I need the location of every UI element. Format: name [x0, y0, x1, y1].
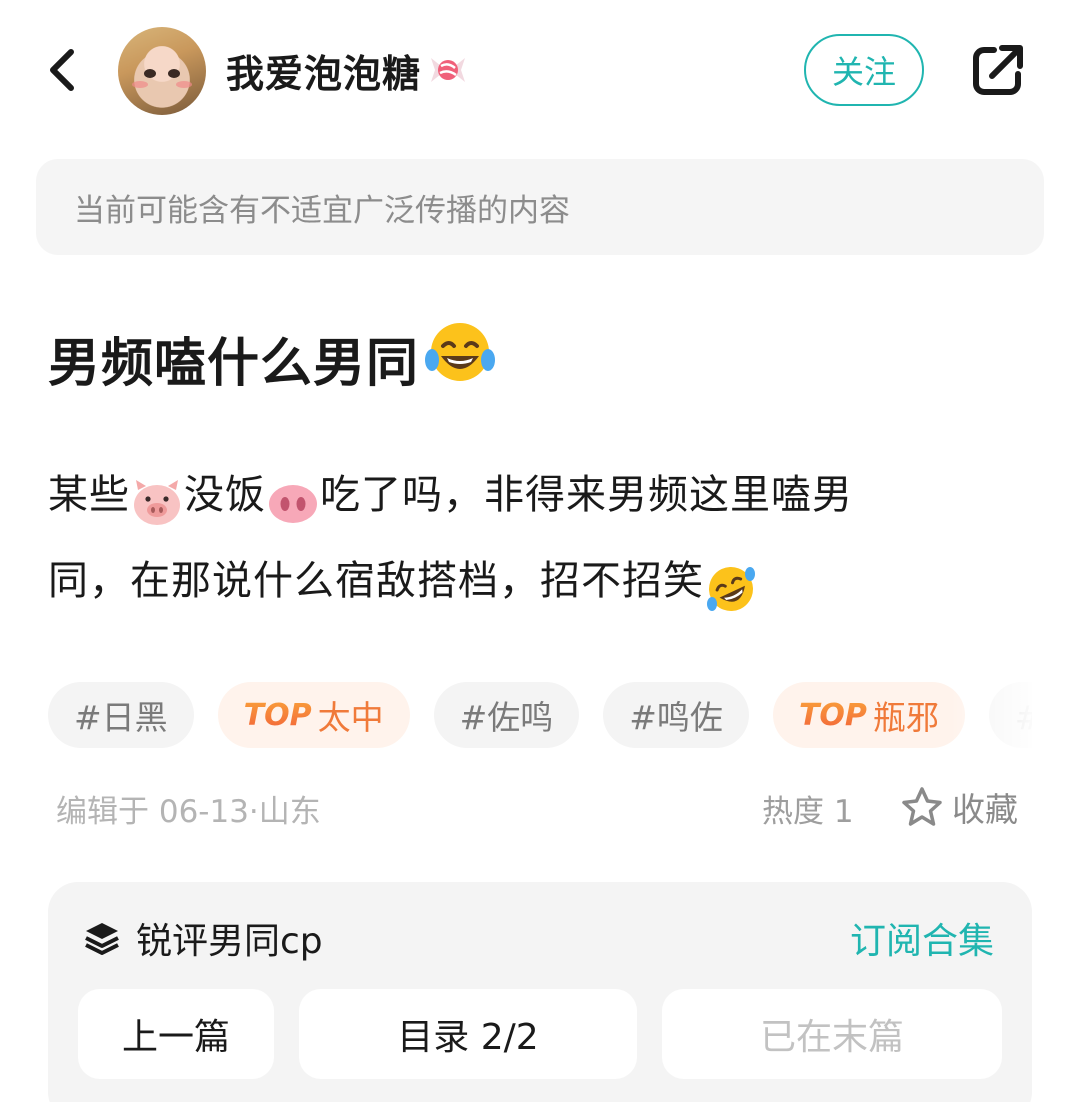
pig-face-emoji-icon: [130, 472, 184, 525]
edit-info: 编辑于 06-13·山东: [56, 794, 321, 830]
star-icon: [902, 787, 942, 826]
collect-button[interactable]: 收藏: [900, 783, 1018, 831]
tag-label: #鸣佐: [629, 698, 723, 737]
post-body: 某些 没饭 吃了吗，非得来男频这里嗑男 同，在那说什么宿敌搭档，招不招笑: [48, 452, 1038, 624]
post-title: 男频嗑什么男同: [48, 320, 497, 397]
tag-chip[interactable]: #日黑: [48, 682, 194, 748]
content-warning-banner: 当前可能含有不适宜广泛传播的内容: [36, 159, 1044, 255]
top-badge: TOP: [243, 697, 312, 733]
collection-name: 锐评男同cp: [136, 921, 323, 962]
content-warning-text: 当前可能含有不适宜广泛传播的内容: [74, 192, 570, 229]
post-body-line-1: 某些 没饭 吃了吗，非得来男频这里嗑男: [48, 452, 1038, 538]
next-post-button-disabled: 已在末篇: [662, 989, 1002, 1079]
tag-label: #佐鸣: [459, 698, 554, 737]
tag-chip[interactable]: #鸣佐: [603, 682, 749, 748]
rofl-emoji-icon: [704, 558, 758, 611]
subscribe-collection-button[interactable]: 订阅合集: [850, 912, 994, 964]
layers-icon: [85, 923, 119, 955]
heat-count: 热度 1: [762, 794, 854, 830]
post-header: 我爱泡泡糖 关注: [0, 0, 1080, 140]
post-body-line-2: 同，在那说什么宿敌搭档，招不招笑: [48, 538, 1038, 624]
avatar[interactable]: [118, 27, 206, 115]
table-of-contents-button[interactable]: 目录 2/2: [299, 989, 637, 1079]
body-text-segment: 吃了吗，非得来男频这里嗑男: [320, 472, 853, 518]
tag-chip[interactable]: #缘: [988, 682, 1032, 748]
tag-chip[interactable]: #佐鸣: [433, 682, 580, 748]
post-title-text: 男频嗑什么男同: [48, 334, 420, 394]
body-text-segment: 某些: [48, 472, 130, 518]
tears-of-joy-emoji-icon: [423, 320, 497, 397]
tag-list: #日黑 TOP太中 #佐鸣 #鸣佐 TOP瓶邪 #缘: [48, 682, 1032, 748]
share-button[interactable]: [970, 42, 1026, 98]
username-text: 我爱泡泡糖: [226, 51, 422, 96]
tag-chip-top[interactable]: TOP 太中: [217, 682, 410, 748]
follow-button[interactable]: 关注: [804, 34, 924, 106]
body-text-segment: 同，在那说什么宿敌搭档，招不招笑: [48, 558, 704, 604]
tag-chip-top[interactable]: TOP 瓶邪: [772, 682, 965, 748]
tag-label: #缘: [1015, 691, 1032, 739]
tag-label: #日黑: [74, 698, 168, 737]
collection-title[interactable]: 锐评男同cp: [84, 912, 323, 964]
top-badge: TOP: [798, 697, 867, 733]
body-text-segment: 没饭: [184, 472, 266, 518]
collection-card: 锐评男同cp 订阅合集 上一篇 目录 2/2 已在末篇: [48, 882, 1032, 1102]
share-icon: [973, 45, 1023, 95]
tag-label: 瓶邪: [872, 698, 939, 737]
collect-label: 收藏: [952, 790, 1018, 829]
back-arrow-icon: [50, 49, 74, 91]
username[interactable]: 我爱泡泡糖: [226, 44, 469, 96]
pig-nose-emoji-icon: [266, 472, 320, 523]
candy-icon: [427, 52, 469, 88]
tag-label: 太中: [317, 698, 384, 737]
back-button[interactable]: [40, 44, 84, 96]
previous-post-button[interactable]: 上一篇: [78, 989, 274, 1079]
